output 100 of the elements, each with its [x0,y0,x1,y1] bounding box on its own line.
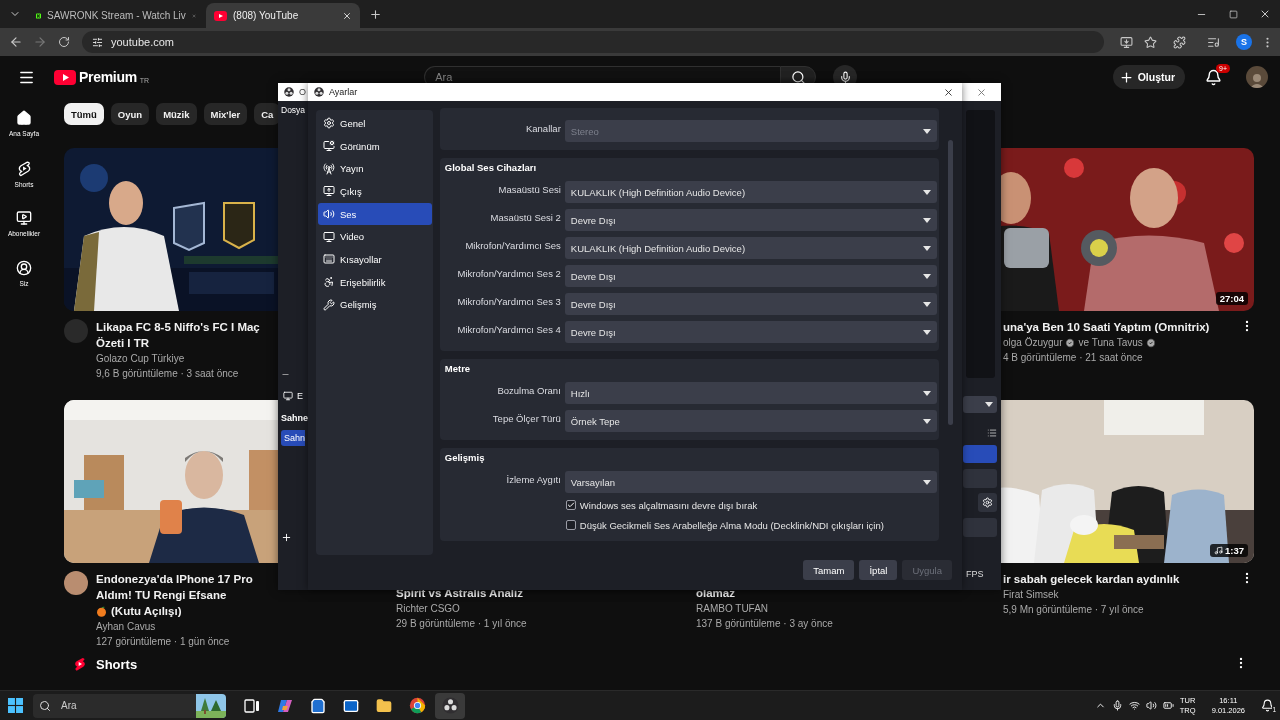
channel-name[interactable]: RAMBO TUFAN [696,601,769,616]
music-note-icon [1214,546,1223,555]
network-icon[interactable] [1128,700,1140,711]
site-settings-icon[interactable] [92,36,103,48]
add-icon[interactable] [281,532,292,543]
create-button[interactable]: Oluştur [1112,65,1185,89]
checkbox-label[interactable]: Windows ses alçaltmasını devre dışı bırak [579,499,758,511]
fruit-icon [96,605,107,617]
checkbox[interactable] [565,500,576,510]
back-icon [9,35,23,49]
field-label: Mikrofon/Yardımcı Ses 4 [456,323,561,337]
video-title[interactable]: Endonezya'da IPhone 17 Pro Aldım! TU Rengi Efsane [96,571,278,603]
channel-name[interactable]: Ayhan Cavus [96,619,156,634]
browser-tab[interactable]: SAWRONK Stream - Watch Liv [28,3,204,28]
caret-icon [985,402,993,407]
microphone-icon[interactable] [1111,700,1123,711]
caret-icon [922,189,931,195]
field-label: Mikrofon/Yardımcı Ses 3 [456,295,561,309]
browser-tab[interactable]: (808) YouTube [206,3,360,28]
caret-icon [922,128,931,134]
video-title[interactable]: ir sabah gelecek kardan aydınlık [1003,571,1225,587]
gear-icon [982,497,993,508]
channel-name[interactable]: ve Tuna Tavus [1078,335,1143,350]
dropdown[interactable] [963,396,997,413]
section-title: Shorts [96,656,138,672]
settings-nav-item[interactable]: Yayın [318,157,432,181]
dropdown-field[interactable]: Hızlı [564,382,937,404]
bell-icon [1261,699,1274,712]
plus-icon [1118,69,1134,85]
dropdown-field[interactable]: KULAKLIK (High Definition Audio Device) [564,237,937,259]
star-icon [1143,35,1157,49]
dropdown-field[interactable]: Örnek Tepe [564,410,937,432]
settings-nav-item[interactable]: Gelişmiş [318,293,432,317]
dropdown-field[interactable]: Devre Dışı [564,209,937,231]
channel-name[interactable]: Firat Simsek [1003,587,1059,602]
filter-chip[interactable]: Mix'ler [203,103,248,125]
dropdown-field[interactable]: Varsayılan [564,471,937,493]
task-view-icon [244,697,260,714]
taskbar-search-field[interactable]: Ara [57,693,196,718]
filter-chip[interactable]: Ca [254,103,281,125]
video-stats: 4 B görüntüleme · 21 saat önce [1003,351,1144,365]
dialog-button[interactable]: İptal [859,560,898,580]
close-icon [943,86,954,98]
user-icon [16,260,32,276]
channel-name[interactable]: Golazo Cup Türkiye [96,351,185,366]
settings-button[interactable] [978,493,997,512]
settings-nav-item[interactable]: Kısayollar [318,248,432,271]
caret-icon [922,217,931,223]
video-stats: 127 görüntüleme · 1 gün önce [96,635,231,649]
field-label: İzleme Aygıtı [505,473,561,487]
scene-item[interactable]: Sahn [281,430,306,446]
dropdown-field[interactable]: Devre Dışı [564,265,937,287]
filter-chip[interactable]: Müzik [156,103,197,125]
dropdown-field[interactable]: Devre Dışı [564,321,937,343]
battery-icon[interactable] [1162,700,1174,711]
dropdown-field[interactable]: KULAKLIK (High Definition Audio Device) [564,181,937,203]
volume-icon[interactable] [1145,700,1157,711]
channel-name[interactable]: olga Özuygur [1003,335,1063,350]
close-icon[interactable] [342,10,352,21]
profile-button[interactable]: S [1236,34,1252,50]
settings-nav-item[interactable]: Ses [318,202,432,226]
channel-name[interactable]: Richter CSGO [396,601,460,616]
gear-icon [323,117,335,130]
address-bar[interactable]: youtube.com [82,31,1104,53]
settings-nav-item[interactable]: Genel [318,112,432,135]
channel-avatar[interactable] [64,571,88,595]
logo-text[interactable]: Premium [79,69,137,85]
start-icon[interactable] [8,698,23,713]
taskbar-app[interactable] [435,692,465,719]
folder-icon [376,697,392,714]
avatar[interactable] [1246,66,1268,88]
fps-label: FPS [966,569,985,579]
settings-nav-item[interactable]: Video [318,225,432,249]
list-icon[interactable] [987,428,997,438]
checkbox[interactable] [565,520,576,530]
filter-chip[interactable]: Oyun [110,103,150,125]
settings-nav-item[interactable]: Görünüm [318,134,432,158]
store-icon [310,697,326,714]
video-title[interactable]: Likapa FC 8-5 Niffo's FC I Maç Özeti I TR [96,319,278,351]
antenna-icon [323,162,335,175]
dropdown-field[interactable]: Devre Dışı [564,293,937,315]
field-label: Masaüstü Sesi 2 [489,211,561,225]
video-title[interactable]: una'ya Ben 10 Saati Yaptım (Omnitrix) [1003,319,1225,335]
dialog-button[interactable]: Tamam [803,560,855,580]
video-title-end[interactable]: (Kutu Açılışı) [111,603,182,619]
app-logo-icon [284,87,294,97]
settings-nav-item[interactable]: Çıkış [318,180,432,203]
plus-icon [368,7,382,21]
reload-icon [58,36,70,48]
shorts-icon [72,656,88,672]
menu-item[interactable]: Dosya [281,105,306,115]
filter-chip[interactable]: Tümü [64,103,104,125]
checkbox-label[interactable]: Düşük Gecikmeli Ses Arabelleğe Alma Modu (Decklink/NDI çıkışları için) [579,519,884,531]
logo-icon[interactable] [54,69,76,85]
close-button[interactable] [943,86,954,98]
home-icon [16,110,32,126]
field-label: Masaüstü Sesi [497,183,561,197]
window-title: O [299,87,306,97]
settings-nav-item[interactable]: Erişebilirlik [318,270,432,294]
search-icon [39,699,51,712]
